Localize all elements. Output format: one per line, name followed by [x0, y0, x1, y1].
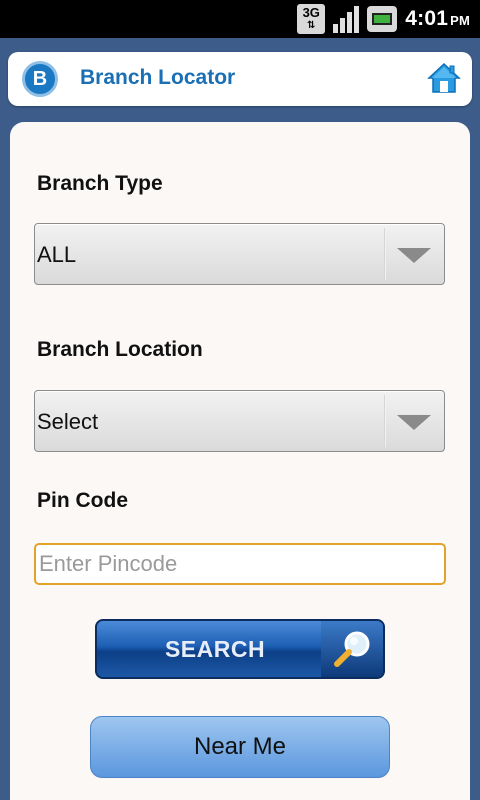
signal-icon [333, 5, 360, 33]
home-button[interactable] [424, 58, 464, 98]
branch-location-select[interactable]: Select [34, 390, 445, 452]
search-button[interactable]: SEARCH [95, 619, 385, 679]
page-title: Branch Locator [80, 66, 236, 89]
logo-letter: B [32, 68, 48, 90]
select-divider [384, 395, 386, 447]
pin-code-label: Pin Code [37, 489, 129, 512]
home-icon [427, 62, 461, 93]
network-label: 3G [302, 5, 320, 20]
battery-icon [367, 6, 398, 32]
magnifier-icon [334, 631, 370, 667]
chevron-down-icon [397, 248, 431, 263]
branch-type-value: ALL [37, 242, 77, 267]
branch-type-select[interactable]: ALL [34, 223, 445, 285]
pin-code-input[interactable] [34, 543, 446, 585]
network-3g-icon: 3G ⇅ [297, 4, 326, 34]
branch-type-label: Branch Type [37, 172, 163, 195]
clock-time: 4:01 [405, 7, 449, 30]
search-icon-zone [321, 621, 383, 677]
search-button-label: SEARCH [164, 636, 266, 662]
clock: 4:01 PM [405, 7, 470, 31]
form-card: Branch Type ALL Branch Location Select P… [10, 122, 470, 800]
near-me-button[interactable]: Near Me [90, 716, 390, 778]
app-logo: B [22, 61, 58, 97]
branch-location-value: Select [37, 409, 99, 434]
select-divider [384, 228, 386, 280]
status-bar: 3G ⇅ 4:01 PM [0, 0, 480, 38]
clock-ampm: PM [450, 13, 470, 28]
app-header: B Branch Locator [8, 52, 472, 106]
branch-location-label: Branch Location [37, 338, 203, 361]
chevron-down-icon [397, 415, 431, 430]
